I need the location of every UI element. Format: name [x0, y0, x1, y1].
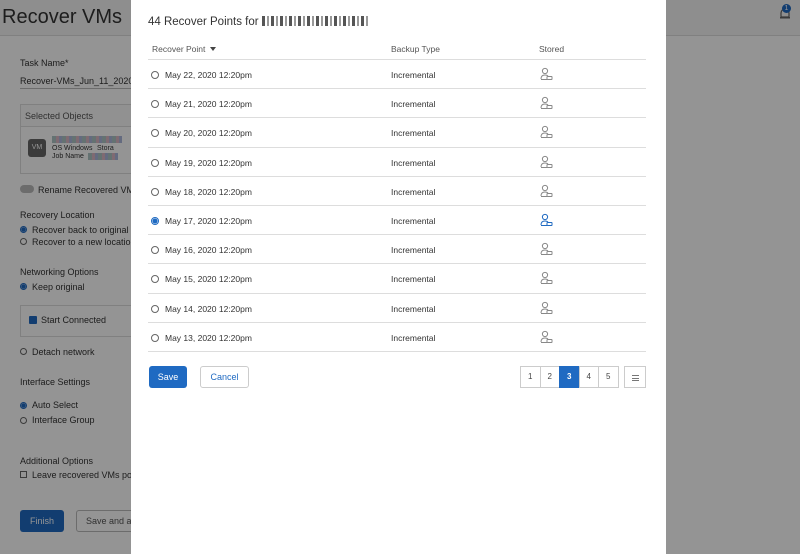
- recover-point-radio[interactable]: [151, 71, 159, 79]
- backup-type-value: Incremental: [391, 99, 436, 110]
- redacted-vm-name: [261, 16, 368, 26]
- recover-point-date: May 21, 2020 12:20pm: [165, 99, 252, 110]
- cancel-button[interactable]: Cancel: [200, 366, 249, 388]
- page-button[interactable]: 4: [578, 366, 599, 388]
- backup-type-value: Incremental: [391, 332, 436, 343]
- table-row[interactable]: May 19, 2020 12:20pm Incremental: [148, 148, 646, 177]
- recover-point-date: May 22, 2020 12:20pm: [165, 70, 252, 80]
- recover-point-radio[interactable]: [151, 304, 159, 313]
- dialog-title: 44 Recover Points for: [148, 16, 368, 28]
- recover-point-date: May 14, 2020 12:20pm: [165, 303, 252, 314]
- recover-point-radio[interactable]: [151, 100, 159, 109]
- stored-local-icon: [540, 301, 553, 314]
- table-row[interactable]: May 17, 2020 12:20pm Incremental: [148, 206, 646, 236]
- stored-local-icon: [540, 272, 553, 285]
- stored-local-icon: [540, 243, 553, 256]
- dialog-title-text: 44 Recover Points for: [148, 16, 259, 28]
- table-row[interactable]: May 16, 2020 12:20pm Incremental: [148, 235, 646, 265]
- table-body: May 22, 2020 12:20pm Incremental May 21, 2…: [148, 60, 646, 352]
- recover-point-radio[interactable]: [151, 333, 159, 342]
- backup-type-value: Incremental: [391, 215, 436, 226]
- backup-type-value: Incremental: [391, 245, 436, 256]
- stored-local-icon: [540, 213, 553, 226]
- sort-caret-icon: [210, 47, 217, 51]
- recover-point-date: May 17, 2020 12:20pm: [165, 215, 252, 226]
- backup-type-value: Incremental: [391, 70, 436, 80]
- pagination: 12345: [520, 366, 619, 388]
- recover-point-column-header[interactable]: Recover Point: [152, 44, 217, 54]
- page-button[interactable]: 5: [598, 366, 619, 388]
- page-size-menu-icon[interactable]: [624, 366, 646, 388]
- table-row[interactable]: May 21, 2020 12:20pm Incremental: [148, 89, 646, 119]
- table-row[interactable]: May 13, 2020 12:20pm Incremental: [148, 323, 646, 352]
- recover-point-header-label: Recover Point: [152, 44, 206, 54]
- recover-point-date: May 15, 2020 12:20pm: [165, 274, 252, 285]
- table-row[interactable]: May 20, 2020 12:20pm Incremental: [148, 118, 646, 148]
- backup-type-value: Incremental: [391, 186, 436, 197]
- stored-local-icon: [540, 67, 553, 80]
- recover-point-radio[interactable]: [151, 187, 159, 196]
- page-button[interactable]: 3: [559, 366, 580, 388]
- stored-local-icon: [540, 330, 553, 343]
- page-button[interactable]: 2: [539, 366, 560, 388]
- recover-point-date: May 18, 2020 12:20pm: [165, 186, 252, 197]
- recover-point-radio[interactable]: [151, 158, 159, 167]
- stored-local-icon: [540, 155, 553, 168]
- stored-local-icon: [540, 97, 553, 110]
- recover-point-radio[interactable]: [151, 129, 159, 138]
- table-row[interactable]: May 14, 2020 12:20pm Incremental: [148, 294, 646, 323]
- stored-local-icon: [540, 184, 553, 197]
- recover-point-date: May 19, 2020 12:20pm: [165, 157, 252, 168]
- stored-local-icon: [540, 126, 553, 139]
- recover-points-table: Recover Point Backup Type Stored May 22,…: [148, 37, 646, 352]
- table-header: Recover Point Backup Type Stored: [148, 37, 646, 60]
- table-row[interactable]: May 22, 2020 12:20pm Incremental: [148, 60, 646, 90]
- backup-type-column-header: Backup Type: [391, 44, 440, 54]
- backup-type-value: Incremental: [391, 274, 436, 285]
- recover-point-radio[interactable]: [151, 246, 159, 255]
- recover-point-date: May 16, 2020 12:20pm: [165, 245, 252, 256]
- table-row[interactable]: May 15, 2020 12:20pm Incremental: [148, 264, 646, 294]
- backup-type-value: Incremental: [391, 157, 436, 168]
- recover-points-dialog: 44 Recover Points for Recover Point Back…: [131, 0, 666, 554]
- backup-type-value: Incremental: [391, 303, 436, 314]
- backup-type-value: Incremental: [391, 128, 436, 139]
- table-row[interactable]: May 18, 2020 12:20pm Incremental: [148, 177, 646, 206]
- stored-column-header: Stored: [539, 44, 565, 54]
- recover-point-radio[interactable]: [151, 275, 159, 284]
- save-button[interactable]: Save: [149, 366, 187, 388]
- recover-point-radio[interactable]: [151, 216, 159, 225]
- page-button[interactable]: 1: [520, 366, 541, 388]
- recover-point-date: May 13, 2020 12:20pm: [165, 332, 252, 343]
- recover-point-date: May 20, 2020 12:20pm: [165, 128, 252, 139]
